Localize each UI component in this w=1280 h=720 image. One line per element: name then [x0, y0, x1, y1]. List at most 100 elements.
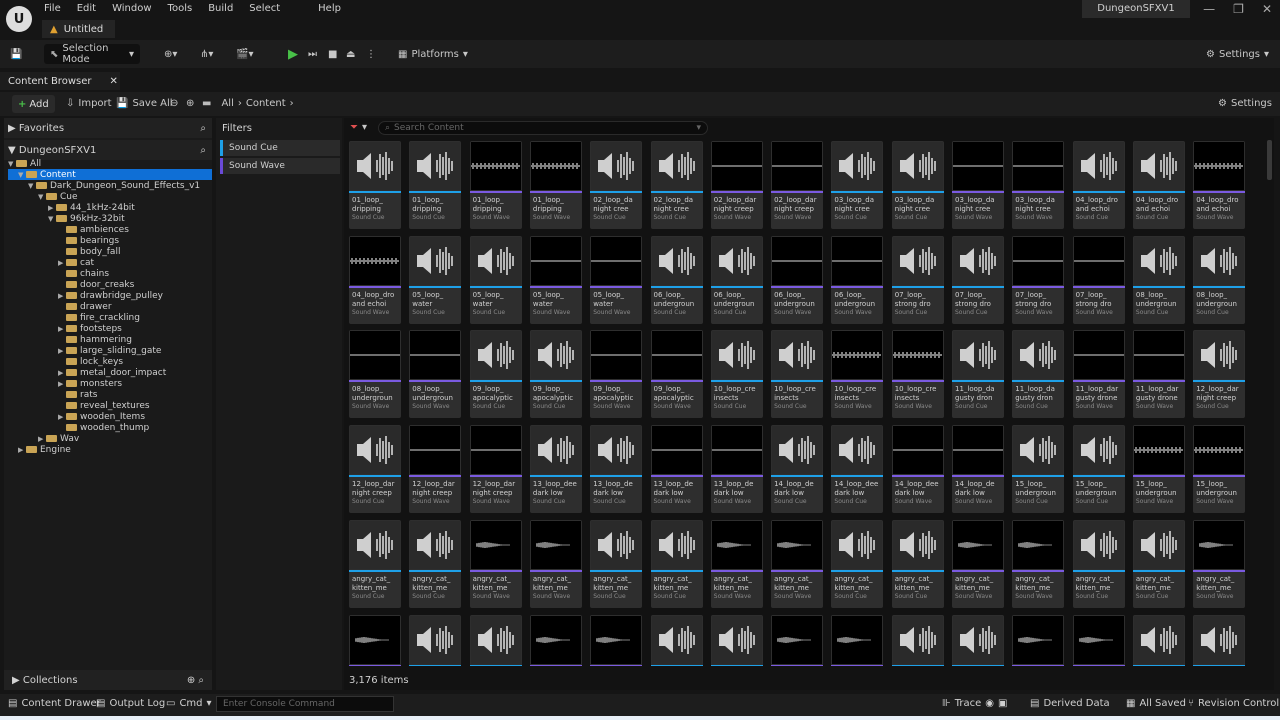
cinematics-icon[interactable]: 🎬▾: [236, 49, 253, 60]
trace-button[interactable]: ⊪ Trace ◉ ▣: [942, 698, 1007, 709]
skip-icon[interactable]: ⏭: [308, 49, 317, 60]
asset-tile[interactable]: angry_cat_ kitten_me Sound Cue: [891, 519, 944, 608]
asset-tile[interactable]: 15_loop_ undergroun Sound Cue: [1012, 425, 1065, 514]
asset-tile[interactable]: angry_cat_ kitten_me Sound Cue: [650, 519, 703, 608]
asset-tile[interactable]: 08_loop_ undergroun Sound Wave: [349, 330, 401, 419]
more-options-icon[interactable]: ⋮: [366, 49, 376, 60]
menu-item-build[interactable]: Build: [208, 3, 241, 14]
derived-data-button[interactable]: ▤ Derived Data: [1030, 698, 1110, 709]
close-icon[interactable]: ✕: [1262, 2, 1272, 16]
menu-item-edit[interactable]: Edit: [77, 3, 104, 14]
chevron-right-icon[interactable]: ▶: [58, 369, 66, 377]
search-icon[interactable]: ⌕: [200, 123, 206, 134]
asset-tile[interactable]: 11_loop_da gusty dron Sound Cue: [1012, 330, 1065, 419]
asset-tile[interactable]: 02_loop_da night cree Sound Cue: [590, 141, 643, 229]
asset-tile[interactable]: 01_loop_ dripping Sound Cue: [349, 141, 401, 229]
asset-tile[interactable]: 01_loop_ dripping Sound Cue: [409, 141, 462, 229]
asset-tile[interactable]: angry_cat_ kitten_me Sound Wave: [529, 519, 582, 608]
close-tab-icon[interactable]: ✕: [109, 76, 117, 87]
asset-tile[interactable]: [891, 614, 944, 666]
asset-tile[interactable]: angry_cat_ kitten_me Sound Wave: [771, 519, 824, 608]
asset-tile[interactable]: [710, 614, 763, 666]
minimize-icon[interactable]: —: [1203, 2, 1215, 16]
folder-tree-item[interactable]: ▶ drawbridge_pulley: [8, 290, 212, 301]
asset-tile[interactable]: 12_loop_dar night creep Sound Cue: [1193, 330, 1246, 419]
level-tab[interactable]: ▲ Untitled: [42, 20, 116, 38]
asset-tile[interactable]: 14_loop_dee dark low Sound Wave: [891, 425, 944, 514]
folder-tree-item[interactable]: ▼ Content: [8, 169, 212, 180]
folder-tree-item[interactable]: chains: [8, 268, 212, 279]
folder-tree-item[interactable]: ▶ monsters: [8, 378, 212, 389]
revision-control-button[interactable]: ⑂ Revision Control: [1188, 698, 1279, 709]
menu-item-window[interactable]: Window: [112, 3, 159, 14]
folder-tree-item[interactable]: drawer: [8, 301, 212, 312]
eject-icon[interactable]: ⏏: [346, 49, 355, 60]
asset-tile[interactable]: angry_cat_ kitten_me Sound Wave: [1012, 519, 1065, 608]
chevron-right-icon[interactable]: ▶: [38, 435, 46, 443]
asset-tile[interactable]: 08_loop_ undergroun Sound Wave: [409, 330, 462, 419]
asset-tile[interactable]: 02_loop_dar night creep Sound Wave: [710, 141, 763, 229]
chevron-right-icon[interactable]: ▶: [58, 292, 66, 300]
chevron-right-icon[interactable]: ▶: [58, 325, 66, 333]
asset-tile[interactable]: 05_loop_ water Sound Wave: [529, 235, 582, 324]
search-icon[interactable]: ⌕: [198, 675, 204, 686]
selection-mode-button[interactable]: ⬉ Selection Mode ▾: [44, 43, 140, 65]
platforms-button[interactable]: ▦ Platforms ▾: [398, 49, 468, 60]
add-button[interactable]: + Add: [12, 95, 55, 113]
asset-tile[interactable]: angry_cat_ kitten_me Sound Cue: [831, 519, 884, 608]
asset-tile[interactable]: angry_cat_ kitten_me Sound Cue: [409, 519, 462, 608]
folder-tree-item[interactable]: ▼ Dark_Dungeon_Sound_Effects_v1: [8, 180, 212, 191]
asset-tile[interactable]: 11_loop_da gusty dron Sound Cue: [952, 330, 1004, 419]
folder-tree-item[interactable]: body_fall: [8, 246, 212, 257]
folder-tree-item[interactable]: ▼ 96kHz-32bit: [8, 213, 212, 224]
asset-tile[interactable]: 05_loop_ water Sound Cue: [409, 235, 462, 324]
folder-tree-item[interactable]: bearings: [8, 235, 212, 246]
asset-tile[interactable]: 12_loop_dar night creep Sound Cue: [349, 425, 401, 514]
menu-item-tools[interactable]: Tools: [168, 3, 201, 14]
content-browser-tab[interactable]: Content Browser ✕: [0, 72, 120, 90]
folder-tree-item[interactable]: ▼ All: [8, 158, 212, 169]
asset-tile[interactable]: 03_loop_da night cree Sound Cue: [831, 141, 884, 229]
menu-item-file[interactable]: File: [44, 3, 69, 14]
folder-tree-item[interactable]: ▶ footsteps: [8, 323, 212, 334]
asset-tile[interactable]: 07_loop_ strong dro Sound Wave: [1072, 235, 1125, 324]
stop-icon[interactable]: ■: [328, 49, 337, 60]
search-input[interactable]: ⌕ Search Content ▾: [378, 121, 708, 135]
asset-tile[interactable]: [529, 614, 582, 666]
asset-tile[interactable]: 13_loop_de dark low Sound Cue: [590, 425, 643, 514]
asset-tile[interactable]: 09_loop_ apocalyptic Sound Cue: [469, 330, 522, 419]
asset-tile[interactable]: 04_loop_dro and echoi Sound Cue: [1132, 141, 1185, 229]
asset-tile[interactable]: 13_loop_dee dark low Sound Cue: [529, 425, 582, 514]
record-icon[interactable]: ◉: [985, 698, 994, 709]
favorites-header[interactable]: ▶ Favorites ⌕: [4, 118, 212, 138]
asset-tile[interactable]: 01_loop_ dripping Sound Wave: [529, 141, 582, 229]
asset-tile[interactable]: 06_loop_ undergroun Sound Wave: [831, 235, 884, 324]
asset-tile[interactable]: angry_cat_ kitten_me Sound Cue: [590, 519, 643, 608]
asset-tile[interactable]: [831, 614, 884, 666]
asset-tile[interactable]: 12_loop_dar night creep Sound Wave: [409, 425, 462, 514]
asset-tile[interactable]: 04_loop_dro and echoi Sound Cue: [1072, 141, 1125, 229]
chevron-right-icon[interactable]: ▶: [58, 347, 66, 355]
asset-tile[interactable]: [1132, 614, 1185, 666]
chevron-right-icon[interactable]: ▶: [48, 204, 56, 212]
asset-tile[interactable]: 03_loop_da night cree Sound Wave: [952, 141, 1004, 229]
asset-tile[interactable]: [1193, 614, 1246, 666]
save-icon[interactable]: 💾: [10, 49, 22, 60]
chevron-down-icon[interactable]: ▼: [28, 182, 36, 190]
content-drawer-button[interactable]: ▤ Content Drawer: [8, 698, 101, 709]
scrollbar[interactable]: [1267, 140, 1272, 180]
add-actor-icon[interactable]: ⊕▾: [164, 49, 177, 60]
asset-tile[interactable]: 08_loop_ undergroun Sound Cue: [1132, 235, 1185, 324]
asset-tile[interactable]: 06_loop_ undergroun Sound Cue: [650, 235, 703, 324]
asset-tile[interactable]: 03_loop_da night cree Sound Cue: [891, 141, 944, 229]
asset-tile[interactable]: angry_cat_ kitten_me Sound Wave: [1193, 519, 1246, 608]
asset-tile[interactable]: 11_loop_dar gusty drone Sound Wave: [1072, 330, 1125, 419]
asset-tile[interactable]: 13_loop_de dark low Sound Wave: [650, 425, 703, 514]
asset-tile[interactable]: angry_cat_ kitten_me Sound Cue: [1072, 519, 1125, 608]
history-forward-icon[interactable]: ⊕: [186, 98, 194, 109]
asset-tile[interactable]: 10_loop_cre insects Sound Wave: [891, 330, 944, 419]
filter-chip[interactable]: Sound Cue: [220, 140, 340, 156]
asset-tile[interactable]: 01_loop_ dripping Sound Wave: [469, 141, 522, 229]
project-header[interactable]: ▼ DungeonSFXV1 ⌕: [4, 140, 212, 160]
asset-tile[interactable]: 08_loop_ undergroun Sound Cue: [1193, 235, 1246, 324]
